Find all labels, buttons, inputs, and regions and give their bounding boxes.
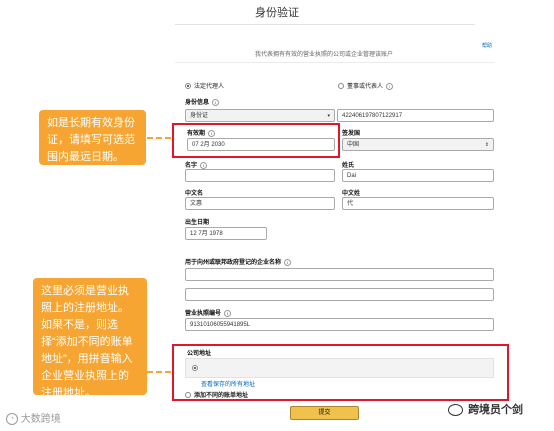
id-type-select[interactable]: 身份证 ▾ — [185, 109, 335, 122]
address-highlight-box — [172, 344, 509, 401]
page-title: 身份验证 — [255, 7, 299, 19]
expiry-highlight-box — [172, 123, 340, 158]
callout-connector-bottom — [147, 371, 171, 373]
dob-label: 出生日期 — [185, 220, 210, 226]
radio-director[interactable]: 董事或代表人 i — [338, 81, 394, 90]
chat-icon — [448, 404, 463, 417]
radio-button[interactable] — [338, 83, 344, 90]
chinese-last-name-label: 中文姓 — [342, 191, 361, 197]
last-name-label: 姓氏 — [342, 163, 355, 169]
info-icon: i — [224, 309, 232, 317]
license-number-input[interactable]: 91310106055941895L — [185, 318, 494, 331]
title-divider — [175, 24, 475, 25]
chevron-updown-icon: ⇕ — [484, 142, 489, 148]
issuing-country-select[interactable]: 中国 ⇕ — [342, 138, 494, 151]
id-number-input[interactable]: 422406197807122917 — [337, 109, 494, 122]
dob-input[interactable]: 12 7月 1978 — [185, 227, 267, 240]
chevron-down-icon: ▾ — [327, 113, 330, 119]
identity-label: 身份信息 i — [185, 97, 220, 106]
company-name-input[interactable] — [185, 268, 494, 281]
chinese-last-name-input[interactable]: 代 — [342, 197, 494, 210]
radio-button[interactable] — [185, 83, 191, 90]
chinese-first-name-input[interactable]: 文惠 — [185, 197, 335, 210]
address-callout: 这里必须是营业执照上的注册地址。如果不是，则选择“添加不同的账单地址”，用拼音输… — [33, 278, 147, 399]
company-name-input-secondary[interactable] — [185, 288, 494, 301]
submit-button[interactable]: 提交 — [290, 406, 359, 420]
callout-connector-top — [147, 137, 171, 139]
first-name-input[interactable] — [185, 169, 335, 182]
radio-label: 法定代理人 — [194, 84, 225, 90]
subtitle-divider — [175, 62, 495, 63]
radio-label: 董事或代表人 — [347, 84, 384, 90]
company-name-label: 用于向州或联邦政府登记的企业名称 i — [185, 257, 292, 266]
page-subtitle: 我代表拥有有效的营业执照的公司或企业管理该账户 — [255, 52, 394, 58]
expiry-callout: 如是长期有效身份证，请填写可选范围内最远日期。 — [39, 110, 146, 165]
license-label: 营业执照编号 i — [185, 308, 232, 317]
help-link[interactable]: 帮助 — [482, 42, 492, 49]
watermark-right: 跨境员个剑 — [448, 401, 523, 417]
logo-icon: ◔ — [6, 413, 18, 426]
first-name-label: 名字 i — [185, 160, 208, 169]
last-name-input[interactable]: Dai — [342, 169, 494, 182]
info-icon: i — [200, 161, 208, 169]
radio-legal-representative[interactable]: 法定代理人 — [185, 81, 224, 90]
issuing-country-label: 签发国 — [342, 131, 361, 137]
chinese-first-name-label: 中文名 — [185, 191, 204, 197]
info-icon: i — [386, 82, 394, 90]
info-icon: i — [284, 258, 292, 266]
watermark-left: ◔ 大数跨境 — [6, 410, 61, 426]
info-icon: i — [212, 98, 220, 106]
